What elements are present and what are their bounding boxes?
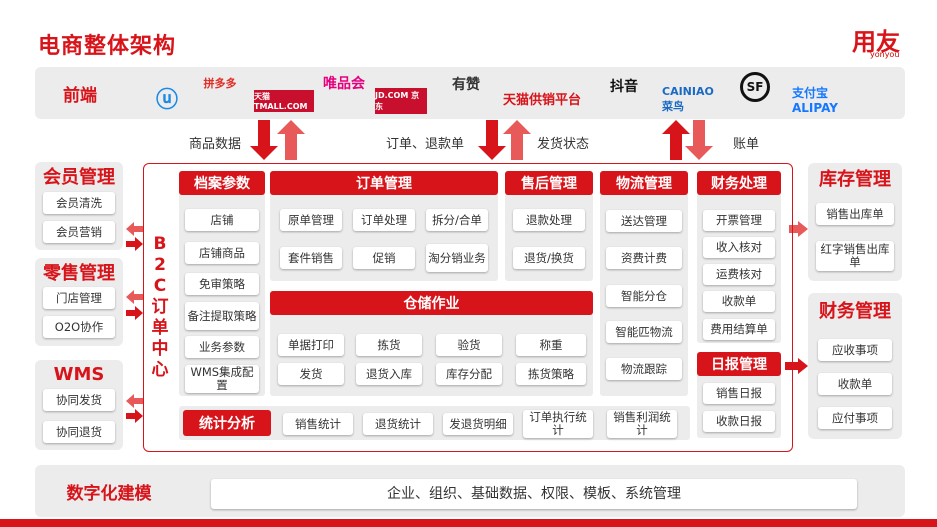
order-item[interactable]: 促销	[353, 247, 415, 269]
warehouse-item[interactable]: 验货	[436, 334, 502, 356]
stats-item[interactable]: 销售利润统计	[607, 410, 677, 438]
stats-item[interactable]: 退货统计	[363, 413, 433, 435]
logistics-title: 物流管理	[600, 171, 688, 195]
finproc-item[interactable]: 开票管理	[703, 210, 775, 231]
warehouse-item[interactable]: 拣货	[356, 334, 422, 356]
aftersale-item[interactable]: 退货/换货	[513, 247, 585, 269]
digital-panel: 数字化建模 企业、组织、基础数据、权限、模板、系统管理	[35, 465, 905, 517]
inventory-title: 库存管理	[819, 169, 891, 190]
daily-item[interactable]: 收款日报	[703, 411, 775, 432]
order-item[interactable]: 订单处理	[353, 209, 415, 231]
stats-item[interactable]: 发退货明细	[443, 413, 513, 435]
finance-item[interactable]: 收款单	[818, 373, 892, 395]
inventory-item[interactable]: 销售出库单	[816, 203, 894, 225]
order-item[interactable]: 淘分销业务	[426, 244, 488, 272]
digital-content: 企业、组织、基础数据、权限、模板、系统管理	[211, 479, 857, 509]
logistics-item[interactable]: 物流跟踪	[606, 358, 682, 380]
finproc-item[interactable]: 收入核对	[703, 237, 775, 258]
order-item[interactable]: 原单管理	[280, 209, 342, 231]
arrow-left-icon	[126, 222, 143, 236]
finproc-item[interactable]: 收款单	[703, 291, 775, 312]
arrow-left-icon	[126, 394, 143, 408]
stats-panel: 统计分析 销售统计 退货统计 发退货明细 订单执行统计 销售利润统计	[179, 406, 690, 440]
order-item[interactable]: 拆分/合单	[426, 209, 488, 231]
aftersale-item[interactable]: 退款处理	[513, 209, 585, 231]
warehouse-item[interactable]: 单据打印	[278, 334, 344, 356]
archive-item[interactable]: 店铺	[185, 209, 259, 231]
archive-item[interactable]: 店铺商品	[185, 242, 259, 264]
archive-item[interactable]: 免审策略	[185, 273, 259, 295]
arrow-right-icon	[126, 306, 143, 320]
finance-item[interactable]: 应付事项	[818, 407, 892, 429]
archive-panel: 档案参数 店铺 店铺商品 免审策略 备注提取策略 业务参数 WMS集成配置	[179, 171, 265, 396]
inventory-item[interactable]: 红字销售出库单	[816, 241, 894, 271]
archive-item[interactable]: 业务参数	[185, 336, 259, 358]
finproc-item[interactable]: 费用结算单	[703, 319, 775, 340]
finance-panel: 财务管理 应收事项 收款单 应付事项	[808, 293, 902, 439]
b2c-label: B2C订单中心	[151, 234, 169, 380]
arrow-left-icon	[126, 290, 143, 304]
daily-panel: 日报管理 销售日报 收款日报	[697, 352, 781, 438]
logistics-item[interactable]: 资费计费	[606, 247, 682, 269]
inventory-panel: 库存管理 销售出库单 红字销售出库单	[808, 163, 902, 281]
daily-title: 日报管理	[697, 352, 781, 376]
logistics-item[interactable]: 智能分仓	[606, 285, 682, 307]
warehouse-item[interactable]: 称重	[516, 334, 586, 356]
stats-title: 统计分析	[183, 410, 271, 436]
archive-item[interactable]: 备注提取策略	[185, 302, 259, 330]
warehouse-item[interactable]: 拣货策略	[516, 363, 586, 385]
order-title: 订单管理	[270, 171, 498, 195]
archive-title: 档案参数	[179, 171, 265, 195]
arrow-right-icon	[126, 409, 143, 423]
aftersale-title: 售后管理	[505, 171, 593, 195]
warehouse-item[interactable]: 发货	[278, 363, 344, 385]
logistics-item[interactable]: 智能匹物流	[606, 321, 682, 343]
warehouse-item[interactable]: 库存分配	[436, 363, 502, 385]
warehouse-panel: 仓储作业 单据打印 拣货 验货 称重 发货 退货入库 库存分配 拣货策略	[270, 291, 593, 396]
stats-item[interactable]: 订单执行统计	[523, 410, 593, 438]
finproc-title: 财务处理	[697, 171, 781, 195]
warehouse-item[interactable]: 退货入库	[356, 363, 422, 385]
stats-item[interactable]: 销售统计	[283, 413, 353, 435]
bottom-bar	[0, 519, 937, 527]
arrow-right-icon	[126, 237, 143, 251]
daily-item[interactable]: 销售日报	[703, 383, 775, 404]
digital-label: 数字化建模	[66, 483, 152, 504]
finance-title: 财务管理	[819, 301, 891, 322]
order-item[interactable]: 套件销售	[280, 247, 342, 269]
order-panel: 订单管理 原单管理 订单处理 拆分/合单 套件销售 促销 淘分销业务	[270, 171, 498, 281]
finproc-item[interactable]: 运费核对	[703, 264, 775, 285]
finproc-panel: 财务处理 开票管理 收入核对 运费核对 收款单 费用结算单	[697, 171, 781, 343]
logistics-panel: 物流管理 送达管理 资费计费 智能分仓 智能匹物流 物流跟踪	[600, 171, 688, 396]
logistics-item[interactable]: 送达管理	[606, 210, 682, 232]
archive-item[interactable]: WMS集成配置	[185, 365, 259, 393]
aftersale-panel: 售后管理 退款处理 退货/换货	[505, 171, 593, 281]
finance-item[interactable]: 应收事项	[818, 339, 892, 361]
warehouse-title: 仓储作业	[270, 291, 593, 315]
